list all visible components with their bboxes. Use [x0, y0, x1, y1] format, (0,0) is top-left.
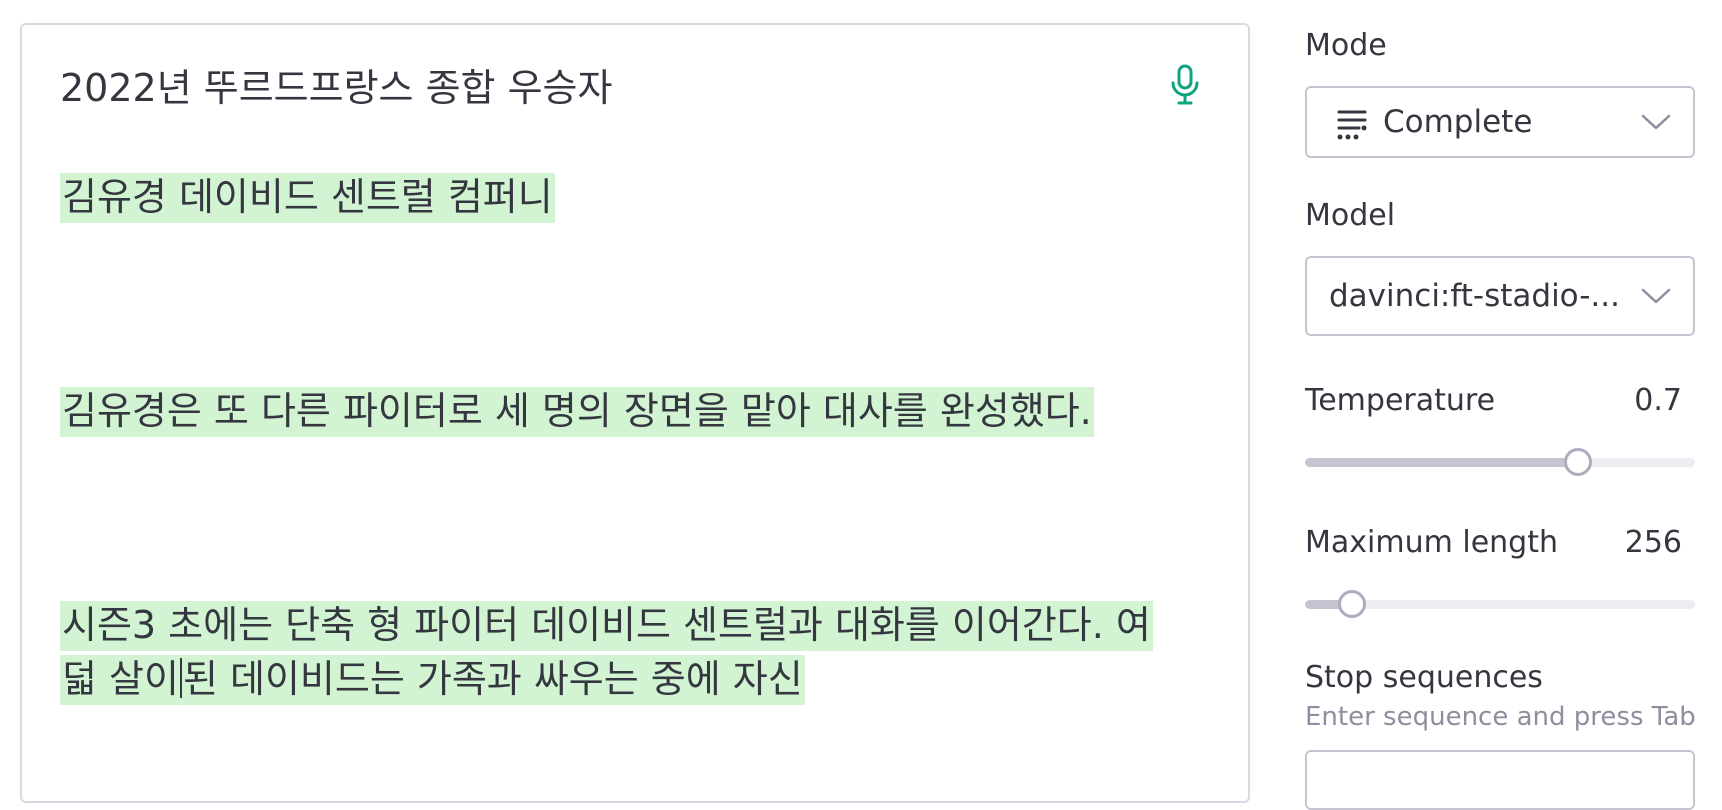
mode-select[interactable]: Complete	[1305, 86, 1695, 158]
completion-text: 덟 살이	[62, 657, 179, 701]
completion-line[interactable]: 덟 살이 된 데이비드는 가족과 싸우는 중에 자신	[60, 653, 805, 705]
completion-line[interactable]: 김유경은 또 다른 파이터로 세 명의 장면을 맡아 대사를 완성했다.	[60, 385, 1094, 437]
playground-editor[interactable]: 2022년 뚜르드프랑스 종합 우승자 김유경 데이비드 센트럴 컴퍼니 김유경…	[20, 23, 1250, 803]
mode-label: Mode	[1305, 28, 1387, 63]
completion-highlight: 덟 살이 된 데이비드는 가족과 싸우는 중에 자신	[60, 655, 805, 705]
temperature-label: Temperature	[1305, 383, 1496, 418]
chevron-down-icon	[1641, 114, 1671, 130]
max-length-value[interactable]: 256	[1625, 525, 1682, 560]
text-cursor	[179, 658, 182, 698]
completion-highlight: 김유경은 또 다른 파이터로 세 명의 장면을 맡아 대사를 완성했다.	[60, 387, 1094, 437]
temperature-slider-track[interactable]	[1305, 458, 1695, 467]
stop-sequences-hint: Enter sequence and press Tab	[1305, 702, 1696, 732]
completion-line[interactable]: 김유경 데이비드 센트럴 컴퍼니	[60, 171, 555, 223]
completion-highlight: 시즌3 초에는 단축 형 파이터 데이비드 센트럴과 대화를 이어간다. 여	[60, 601, 1153, 651]
max-length-slider-handle[interactable]	[1337, 590, 1366, 618]
temperature-value[interactable]: 0.7	[1634, 383, 1682, 418]
model-label: Model	[1305, 198, 1396, 233]
temperature-slider-fill	[1305, 458, 1578, 467]
prompt-text[interactable]: 2022년 뚜르드프랑스 종합 우승자	[60, 62, 612, 114]
max-length-label: Maximum length	[1305, 525, 1558, 560]
model-value: davinci:ft-stadio-...	[1329, 278, 1620, 314]
microphone-icon[interactable]	[1168, 63, 1202, 107]
mode-value: Complete	[1383, 104, 1533, 140]
completion-line[interactable]: 시즌3 초에는 단축 형 파이터 데이비드 센트럴과 대화를 이어간다. 여	[60, 599, 1153, 651]
chevron-down-icon	[1641, 288, 1671, 304]
temperature-slider-handle[interactable]	[1564, 448, 1592, 476]
model-select[interactable]: davinci:ft-stadio-...	[1305, 256, 1695, 336]
stop-sequences-input[interactable]	[1305, 750, 1695, 810]
complete-mode-icon	[1337, 110, 1367, 140]
stop-sequences-label: Stop sequences	[1305, 660, 1543, 695]
completion-text: 된 데이비드는 가족과 싸우는 중에 자신	[182, 657, 803, 701]
completion-highlight: 김유경 데이비드 센트럴 컴퍼니	[60, 173, 555, 223]
